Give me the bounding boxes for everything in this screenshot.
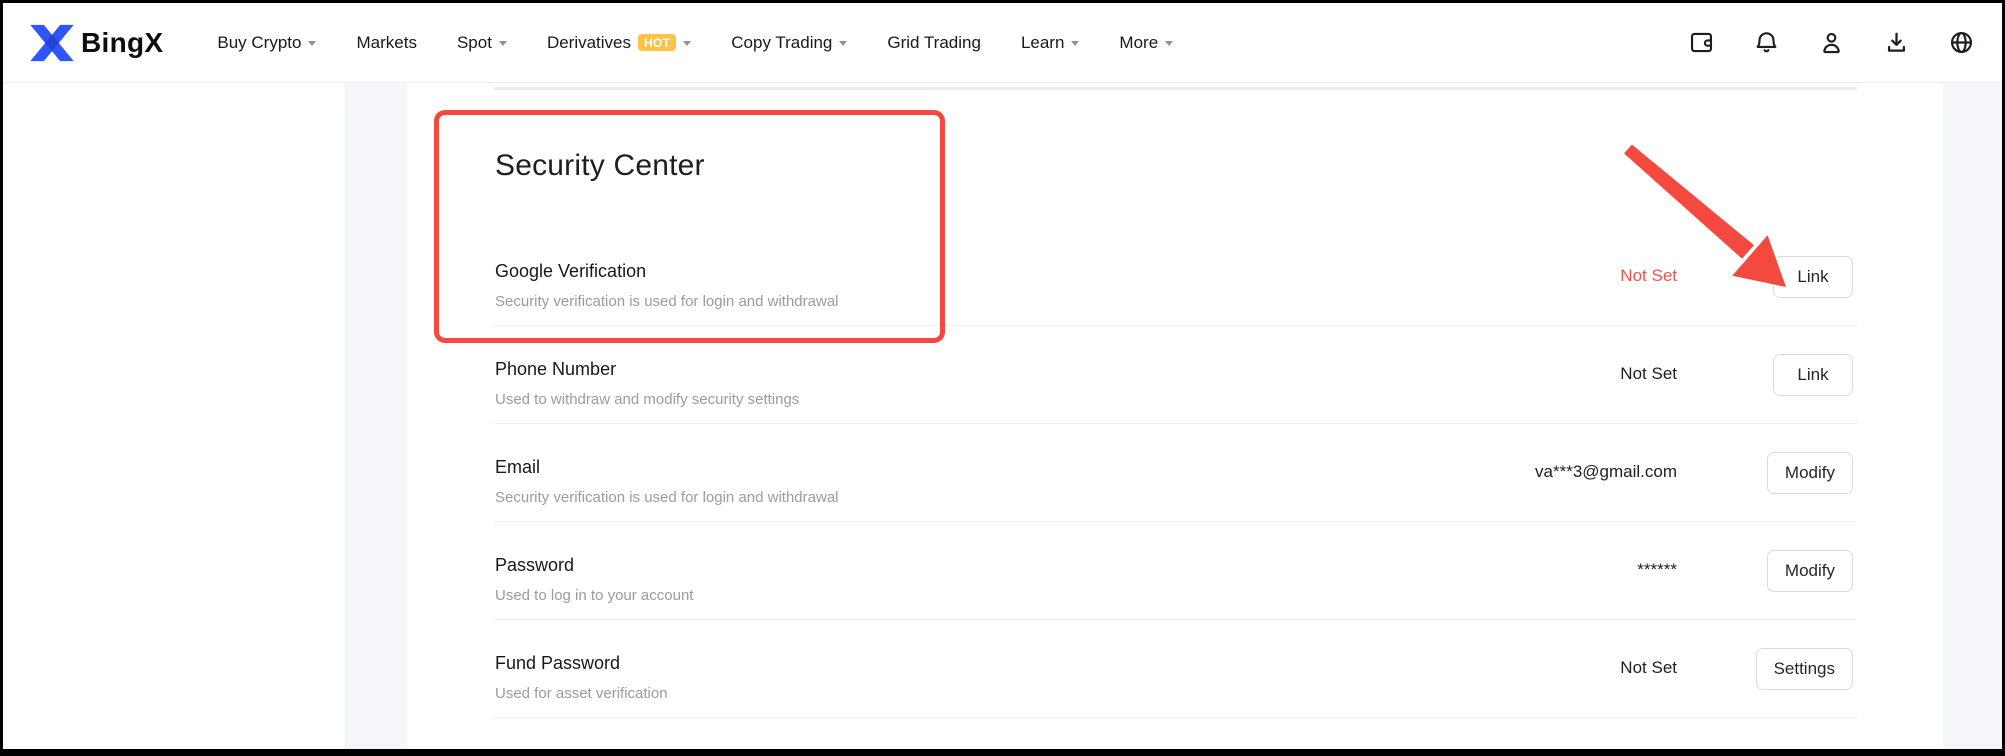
- chevron-down-icon: [839, 41, 847, 46]
- bingx-wordmark: BingX: [81, 27, 163, 59]
- previous-section-divider: [494, 87, 1857, 90]
- browser-viewport: BingX Buy Crypto Markets Spot Derivative…: [3, 3, 2002, 749]
- row-phone-number: Phone Number Used to withdraw and modify…: [494, 347, 1857, 445]
- navbar-icon-group: [1688, 29, 1975, 56]
- modify-password-button[interactable]: Modify: [1767, 550, 1853, 592]
- password-masked-value: ******: [1637, 560, 1677, 580]
- page-title: Security Center: [495, 149, 705, 183]
- divider: [494, 325, 1857, 326]
- top-navbar: BingX Buy Crypto Markets Spot Derivative…: [3, 3, 2002, 83]
- main-navigation: Buy Crypto Markets Spot Derivatives HOT …: [217, 33, 1173, 53]
- nav-more[interactable]: More: [1119, 33, 1173, 53]
- account-icon[interactable]: [1818, 29, 1845, 56]
- chevron-down-icon: [499, 41, 507, 46]
- status-badge: Not Set: [1620, 364, 1677, 384]
- chevron-down-icon: [1071, 41, 1079, 46]
- row-description: Security verification is used for login …: [495, 489, 839, 506]
- row-description: Used for asset verification: [495, 685, 668, 702]
- modify-email-button[interactable]: Modify: [1767, 452, 1853, 494]
- chevron-down-icon: [1165, 41, 1173, 46]
- chevron-down-icon: [683, 41, 691, 46]
- left-sidebar: [3, 84, 346, 749]
- language-globe-icon[interactable]: [1948, 29, 1975, 56]
- page-body: Security Center Google Verification Secu…: [3, 84, 2002, 749]
- wallet-icon[interactable]: [1688, 29, 1715, 56]
- nav-copy-trading[interactable]: Copy Trading: [731, 33, 847, 53]
- row-description: Used to log in to your account: [495, 587, 693, 604]
- nav-spot[interactable]: Spot: [457, 33, 507, 53]
- link-phone-number-button[interactable]: Link: [1773, 354, 1853, 396]
- row-fund-password: Fund Password Used for asset verificatio…: [494, 641, 1857, 739]
- row-password: Password Used to log in to your account …: [494, 543, 1857, 641]
- security-center-panel: Security Center Google Verification Secu…: [407, 84, 1943, 749]
- notification-bell-icon[interactable]: [1753, 29, 1780, 56]
- link-google-verification-button[interactable]: Link: [1773, 256, 1853, 298]
- row-label: Google Verification: [495, 261, 646, 282]
- nav-grid-trading[interactable]: Grid Trading: [887, 33, 981, 53]
- nav-markets[interactable]: Markets: [356, 33, 416, 53]
- row-description: Security verification is used for login …: [495, 293, 839, 310]
- status-badge: Not Set: [1620, 658, 1677, 678]
- divider: [494, 619, 1857, 620]
- row-label: Password: [495, 555, 574, 576]
- divider: [494, 717, 1857, 718]
- row-google-verification: Google Verification Security verificatio…: [494, 249, 1857, 347]
- row-label: Fund Password: [495, 653, 620, 674]
- nav-learn[interactable]: Learn: [1021, 33, 1079, 53]
- bingx-logo[interactable]: BingX: [30, 24, 163, 62]
- settings-fund-password-button[interactable]: Settings: [1756, 648, 1853, 690]
- divider: [494, 521, 1857, 522]
- status-badge: Not Set: [1620, 266, 1677, 286]
- download-icon[interactable]: [1883, 29, 1910, 56]
- bingx-x-icon: [30, 24, 74, 62]
- row-description: Used to withdraw and modify security set…: [495, 391, 799, 408]
- chevron-down-icon: [308, 41, 316, 46]
- divider: [494, 423, 1857, 424]
- email-value: va***3@gmail.com: [1535, 462, 1677, 482]
- row-email: Email Security verification is used for …: [494, 445, 1857, 543]
- nav-buy-crypto[interactable]: Buy Crypto: [217, 33, 316, 53]
- nav-derivatives[interactable]: Derivatives HOT: [547, 33, 691, 53]
- hot-badge: HOT: [638, 34, 676, 51]
- row-label: Email: [495, 457, 540, 478]
- row-label: Phone Number: [495, 359, 616, 380]
